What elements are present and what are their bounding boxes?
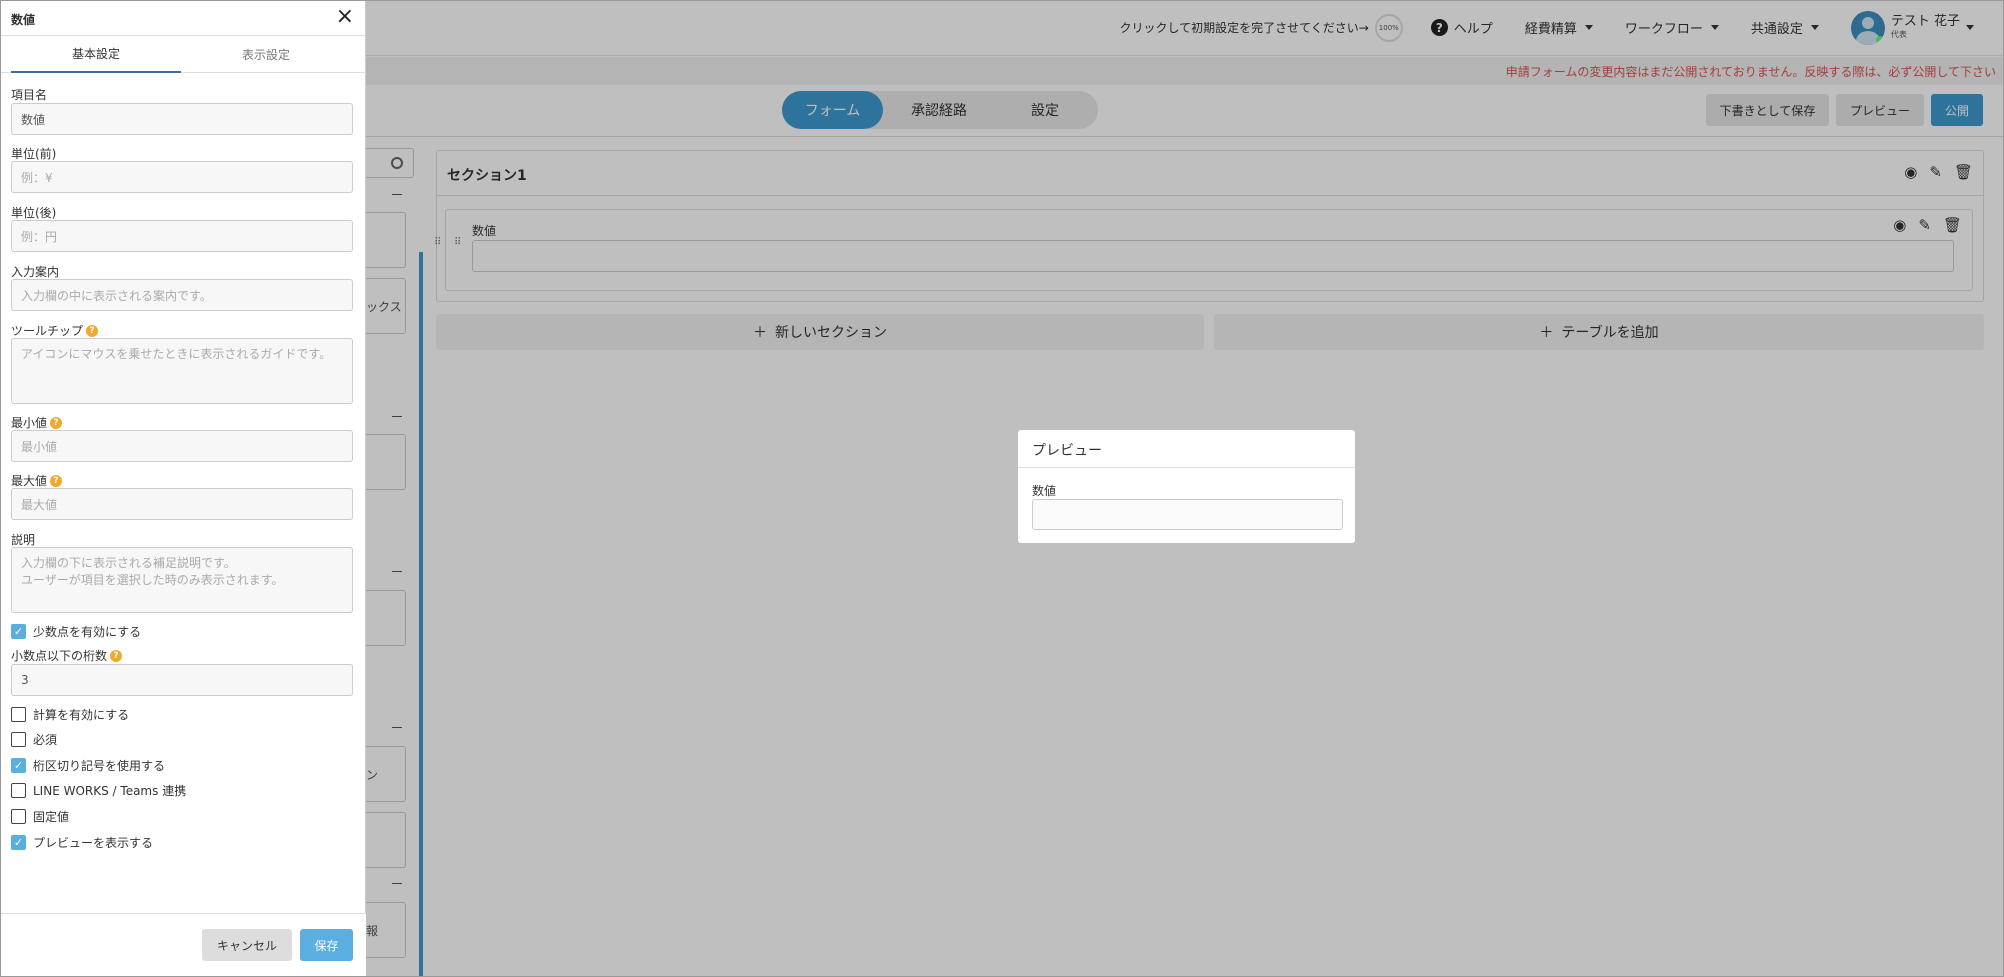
online-status-dot bbox=[1875, 35, 1884, 44]
window-border bbox=[0, 0, 2004, 977]
